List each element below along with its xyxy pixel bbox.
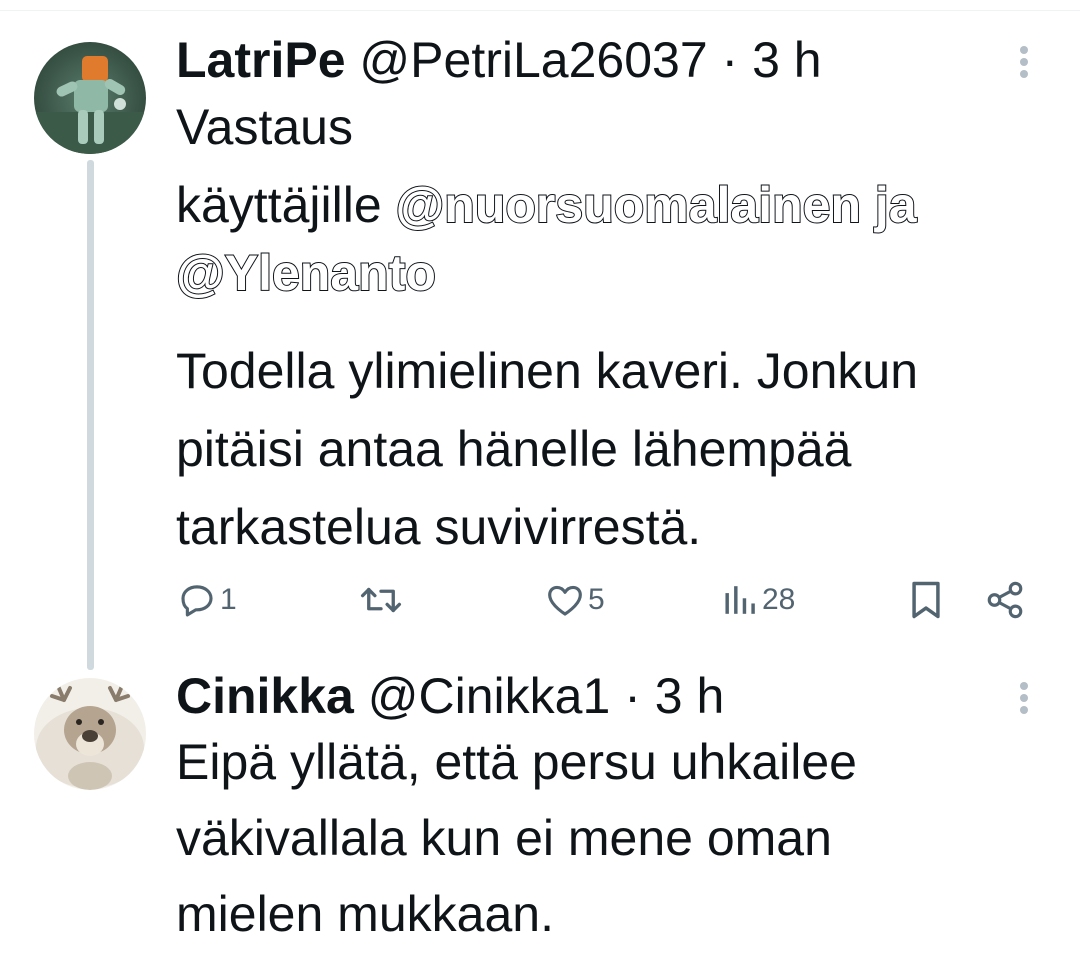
tweet-1[interactable]: LatriPe @PetriLa26037 · 3 h Vastaus käyt… (0, 0, 1080, 660)
mention-link[interactable]: @nuorsuomalainen ja (395, 176, 918, 234)
tweet-text-line: pitäisi antaa hänelle lähempää (176, 421, 852, 477)
more-options-icon[interactable] (1012, 682, 1036, 722)
share-icon (987, 581, 1023, 619)
tweet-text-line: väkivallala kun ei mene oman (176, 810, 832, 866)
timestamp[interactable]: 3 h (655, 668, 725, 724)
tweet-text: Eipä yllätä, että persu uhkailee väkival… (176, 724, 857, 952)
tweet-text: Todella ylimielinen kaveri. Jonkun pitäi… (176, 332, 918, 566)
reply-button[interactable]: 1 (176, 575, 237, 625)
display-name[interactable]: Cinikka (176, 668, 354, 724)
separator-dot: · (721, 32, 739, 88)
bookmark-icon (912, 581, 940, 619)
like-count: 5 (588, 583, 605, 616)
more-options-icon[interactable] (1012, 46, 1036, 86)
tweet-text-line: mielen mukkaan. (176, 886, 554, 942)
bookmark-button[interactable] (906, 575, 946, 625)
display-name[interactable]: LatriPe (176, 32, 346, 88)
tweet-2[interactable]: Cinikka @Cinikka1 · 3 h Eipä yllätä, ett… (0, 660, 1080, 964)
retweet-button[interactable] (358, 575, 406, 625)
avatar-reindeer-icon (34, 678, 146, 790)
views-button[interactable]: 28 (722, 575, 795, 625)
tweet-text-line: Todella ylimielinen kaveri. Jonkun (176, 343, 919, 399)
reply-prefix-line2: käyttäjille (176, 177, 382, 233)
timestamp[interactable]: 3 h (752, 32, 822, 88)
mention-link[interactable]: @Ylenanto (175, 244, 437, 302)
reply-icon (181, 585, 213, 617)
user-handle[interactable]: @Cinikka1 (368, 668, 611, 724)
tweet-actions: 1 5 28 (0, 575, 1080, 625)
tweet-text-line: Eipä yllätä, että persu uhkailee (176, 734, 857, 790)
like-button[interactable]: 5 (544, 575, 605, 625)
retweet-icon (360, 587, 402, 613)
tweet-header: Cinikka @Cinikka1 · 3 h (176, 666, 724, 726)
separator-dot: · (624, 668, 641, 724)
reply-count: 1 (220, 583, 237, 616)
reply-prefix-line1: Vastaus (176, 99, 353, 155)
views-count: 28 (762, 583, 796, 616)
heart-icon (548, 585, 582, 616)
views-chart-icon (725, 586, 755, 614)
avatar[interactable] (34, 42, 146, 154)
avatar[interactable] (34, 678, 146, 790)
tweet-header: LatriPe @PetriLa26037 · 3 h (176, 30, 822, 90)
thread-connector-line (87, 160, 94, 670)
tweet-text-line: tarkastelua suvivirrestä. (176, 499, 702, 555)
user-handle[interactable]: @PetriLa26037 (359, 32, 707, 88)
avatar-robot-figure-icon (34, 42, 146, 154)
share-button[interactable] (984, 575, 1026, 625)
reply-context: Vastaus käyttäjille @nuorsuomalainen ja … (175, 97, 918, 303)
